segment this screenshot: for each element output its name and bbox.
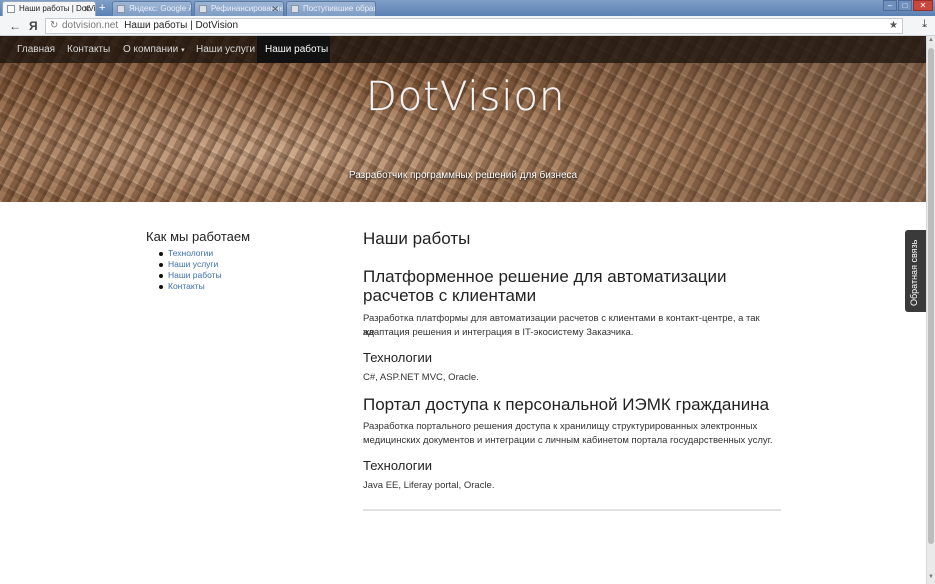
tab-title: Яндекс: Google Аналитика [129,4,191,13]
favicon-icon [117,5,125,13]
nav-item-contacts[interactable]: Контакты [59,36,118,63]
close-window-button[interactable]: ✕ [913,0,933,11]
page-scrollbar[interactable]: ▲ ▼ [926,36,935,584]
nav-item-services[interactable]: Наши услуги [188,36,263,63]
reload-icon[interactable]: ↻ [50,19,58,33]
hero-banner: DotVision Разработчик программных решени… [0,36,926,202]
url-page-title: Наши работы | DotVision [124,20,239,31]
nav-item-about-label: О компании [123,44,179,55]
new-tab-icon[interactable]: + [99,2,105,14]
tech-heading: Технологии [363,350,433,365]
page-viewport: DotVision Разработчик программных решени… [0,36,926,584]
scroll-down-icon[interactable]: ▼ [927,574,935,580]
project-description-continued: адаптация решения и интеграция в IT-экос… [363,327,634,338]
project-title: Платформенное решение для автоматизации [363,267,727,286]
scrollbar-thumb[interactable] [928,48,934,544]
sidebar-link-services[interactable]: Наши услуги [159,259,222,270]
tab-close-icon[interactable]: ✕ [271,2,279,16]
browser-tab-strip: Наши работы | DotVision ✕ + Яндекс: Goog… [0,0,935,16]
tech-list: Java EE, Liferay portal, Oracle. [363,480,495,491]
project-description: Разработка портального решения доступа к… [363,421,758,432]
content-divider [363,509,781,511]
download-icon[interactable]: ⤓ [922,18,927,31]
chevron-down-icon: ▾ [181,47,185,54]
browser-tab[interactable]: Яндекс: Google Аналитика [112,1,192,16]
feedback-label: Обратная связь [909,239,919,306]
window-controls: – □ ✕ [883,0,933,11]
main-content: Наши работы Платформенное решение для ав… [363,228,783,491]
back-arrow-icon[interactable]: ← [9,18,21,34]
project-title: Портал доступа к персональной ИЭМК гражд… [363,395,770,414]
minimize-button[interactable]: – [883,0,897,11]
favicon-icon [7,5,15,13]
url-field[interactable]: ↻ dotvision.net Наши работы | DotVision ★ [45,18,903,34]
bookmark-star-icon[interactable]: ★ [889,19,898,33]
nav-item-home[interactable]: Главная [9,36,63,63]
browser-tab[interactable]: Поступившие обращения [286,1,376,16]
browser-tab[interactable]: Рефинансирование Минск ✕ [194,1,284,16]
address-bar: ← Я ↻ dotvision.net Наши работы | DotVisi… [0,16,935,36]
favicon-icon [199,5,207,13]
maximize-button[interactable]: □ [898,0,912,11]
sidebar-links: Технологии Наши услуги Наши работы Конта… [159,248,222,292]
sidebar-title: Как мы работаем [146,229,251,244]
project-description-continued: медицинских документов и интеграции с ли… [363,435,773,446]
brand-logo[interactable]: DotVision [366,74,565,121]
hero-tagline: Разработчик программных решений для бизн… [348,170,578,181]
url-domain: dotvision.net [62,20,119,31]
tab-title: Поступившие обращения [303,4,375,13]
sidebar-link-works[interactable]: Наши работы [159,270,222,281]
nav-item-about[interactable]: О компании ▾ [115,36,193,63]
yandex-logo-icon[interactable]: Я [29,18,38,34]
favicon-icon [291,5,299,13]
sidebar-link-contacts[interactable]: Контакты [159,281,222,292]
tab-close-icon[interactable]: ✕ [83,2,91,16]
tech-heading: Технологии [363,458,433,473]
page-title: Наши работы [363,229,471,248]
browser-tab-active[interactable]: Наши работы | DotVision ✕ [2,1,96,16]
sidebar-link-technologies[interactable]: Технологии [159,248,222,259]
scroll-up-icon[interactable]: ▲ [927,37,935,43]
main-navbar: Главная Контакты О компании ▾ Наши услуги… [0,36,926,63]
feedback-button[interactable]: Обратная связь [905,230,926,312]
nav-item-our-works[interactable]: Наши работы [257,36,330,63]
project-title-continued: расчетов с клиентами [363,286,537,305]
tech-list: C#, ASP.NET MVC, Oracle. [363,372,479,383]
